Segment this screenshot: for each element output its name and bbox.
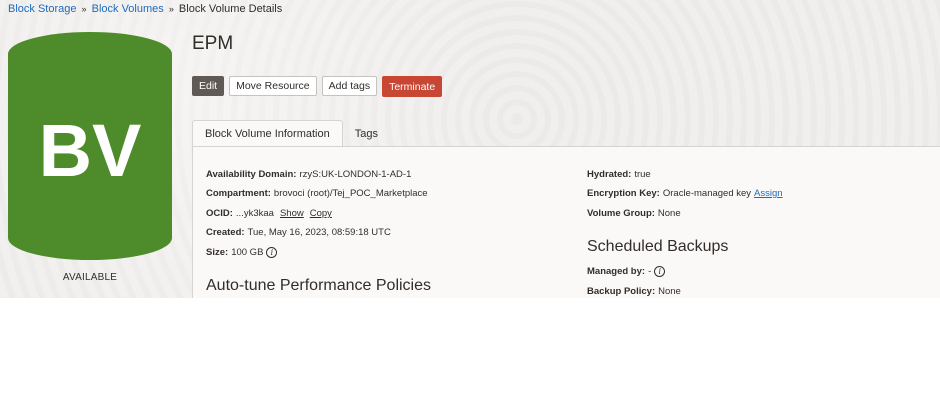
resource-badge: BV	[8, 32, 172, 260]
field-label: Availability Domain:	[206, 169, 297, 180]
ocid-copy-link[interactable]: Copy	[310, 208, 332, 219]
info-icon[interactable]: i	[654, 266, 666, 277]
field-label: Created:	[206, 227, 245, 238]
field-label: Backup Policy:	[587, 286, 656, 297]
tab-block-volume-information[interactable]: Block Volume Information	[192, 120, 343, 147]
backup-policy-value: None	[658, 286, 681, 297]
app-window: Block Storage » Block Volumes » Block Vo…	[0, 0, 940, 298]
availability-domain-row: Availability Domain: rzyS:UK-LONDON-1-AD…	[206, 169, 411, 180]
info-panel: Availability Domain: rzyS:UK-LONDON-1-AD…	[192, 146, 940, 298]
tab-tags[interactable]: Tags	[343, 120, 390, 147]
created-value: Tue, May 16, 2023, 08:59:18 UTC	[247, 227, 391, 238]
info-icon[interactable]: i	[266, 247, 278, 258]
ocid-value: ...yk3kaa	[235, 208, 274, 219]
breadcrumb-separator-icon: »	[168, 4, 174, 14]
tab-bar: Block Volume Information Tags	[192, 120, 390, 147]
add-tags-button[interactable]: Add tags	[321, 75, 378, 96]
managed-by-row: Managed by: - i	[587, 266, 666, 277]
cylinder-icon: BV	[8, 32, 172, 260]
field-label: OCID:	[206, 208, 233, 219]
field-label: Volume Group:	[587, 208, 655, 219]
size-value: 100 GB	[231, 247, 264, 258]
hydrated-row: Hydrated: true	[587, 169, 651, 180]
volume-group-value: None	[657, 208, 681, 219]
managed-by-value: -	[648, 266, 652, 277]
breadcrumb: Block Storage » Block Volumes » Block Vo…	[8, 3, 282, 15]
backup-policy-row: Backup Policy: None	[587, 286, 681, 297]
assign-key-link[interactable]: Assign	[754, 188, 783, 199]
ocid-show-link[interactable]: Show	[280, 208, 304, 219]
scheduled-backups-heading: Scheduled Backups	[587, 238, 729, 255]
move-resource-button[interactable]: Move Resource	[229, 75, 317, 96]
breadcrumb-separator-icon: »	[81, 4, 87, 14]
field-label: Managed by:	[587, 266, 646, 277]
encryption-key-value: Oracle-managed key	[662, 188, 752, 199]
breadcrumb-block-volumes[interactable]: Block Volumes	[92, 3, 164, 15]
field-label: Encryption Key:	[587, 188, 660, 199]
breadcrumb-current: Block Volume Details	[178, 3, 283, 15]
field-label: Compartment:	[206, 188, 271, 199]
field-label: Hydrated:	[587, 169, 632, 180]
action-toolbar: Edit Move Resource Add tags Terminate	[192, 74, 443, 97]
created-row: Created: Tue, May 16, 2023, 08:59:18 UTC	[206, 227, 391, 238]
edit-button[interactable]: Edit	[192, 75, 225, 96]
compartment-value: brovoci (root)/Tej_POC_Marketplace	[273, 188, 428, 199]
autotune-heading: Auto-tune Performance Policies	[206, 277, 431, 294]
field-label: Size:	[206, 247, 229, 258]
encryption-key-row: Encryption Key: Oracle-managed key Assig…	[587, 188, 783, 199]
hydrated-value: true	[634, 169, 651, 180]
page-title: EPM	[192, 33, 234, 54]
availability-domain-value: rzyS:UK-LONDON-1-AD-1	[299, 169, 412, 180]
ocid-row: OCID: ...yk3kaa Show Copy	[206, 208, 332, 219]
terminate-button[interactable]: Terminate	[382, 76, 443, 97]
volume-group-row: Volume Group: None	[587, 208, 681, 219]
compartment-row: Compartment: brovoci (root)/Tej_POC_Mark…	[206, 188, 428, 199]
breadcrumb-block-storage[interactable]: Block Storage	[8, 3, 76, 15]
size-row: Size: 100 GB i	[206, 247, 278, 258]
status-label: AVAILABLE	[62, 272, 118, 283]
badge-text: BV	[39, 109, 142, 192]
